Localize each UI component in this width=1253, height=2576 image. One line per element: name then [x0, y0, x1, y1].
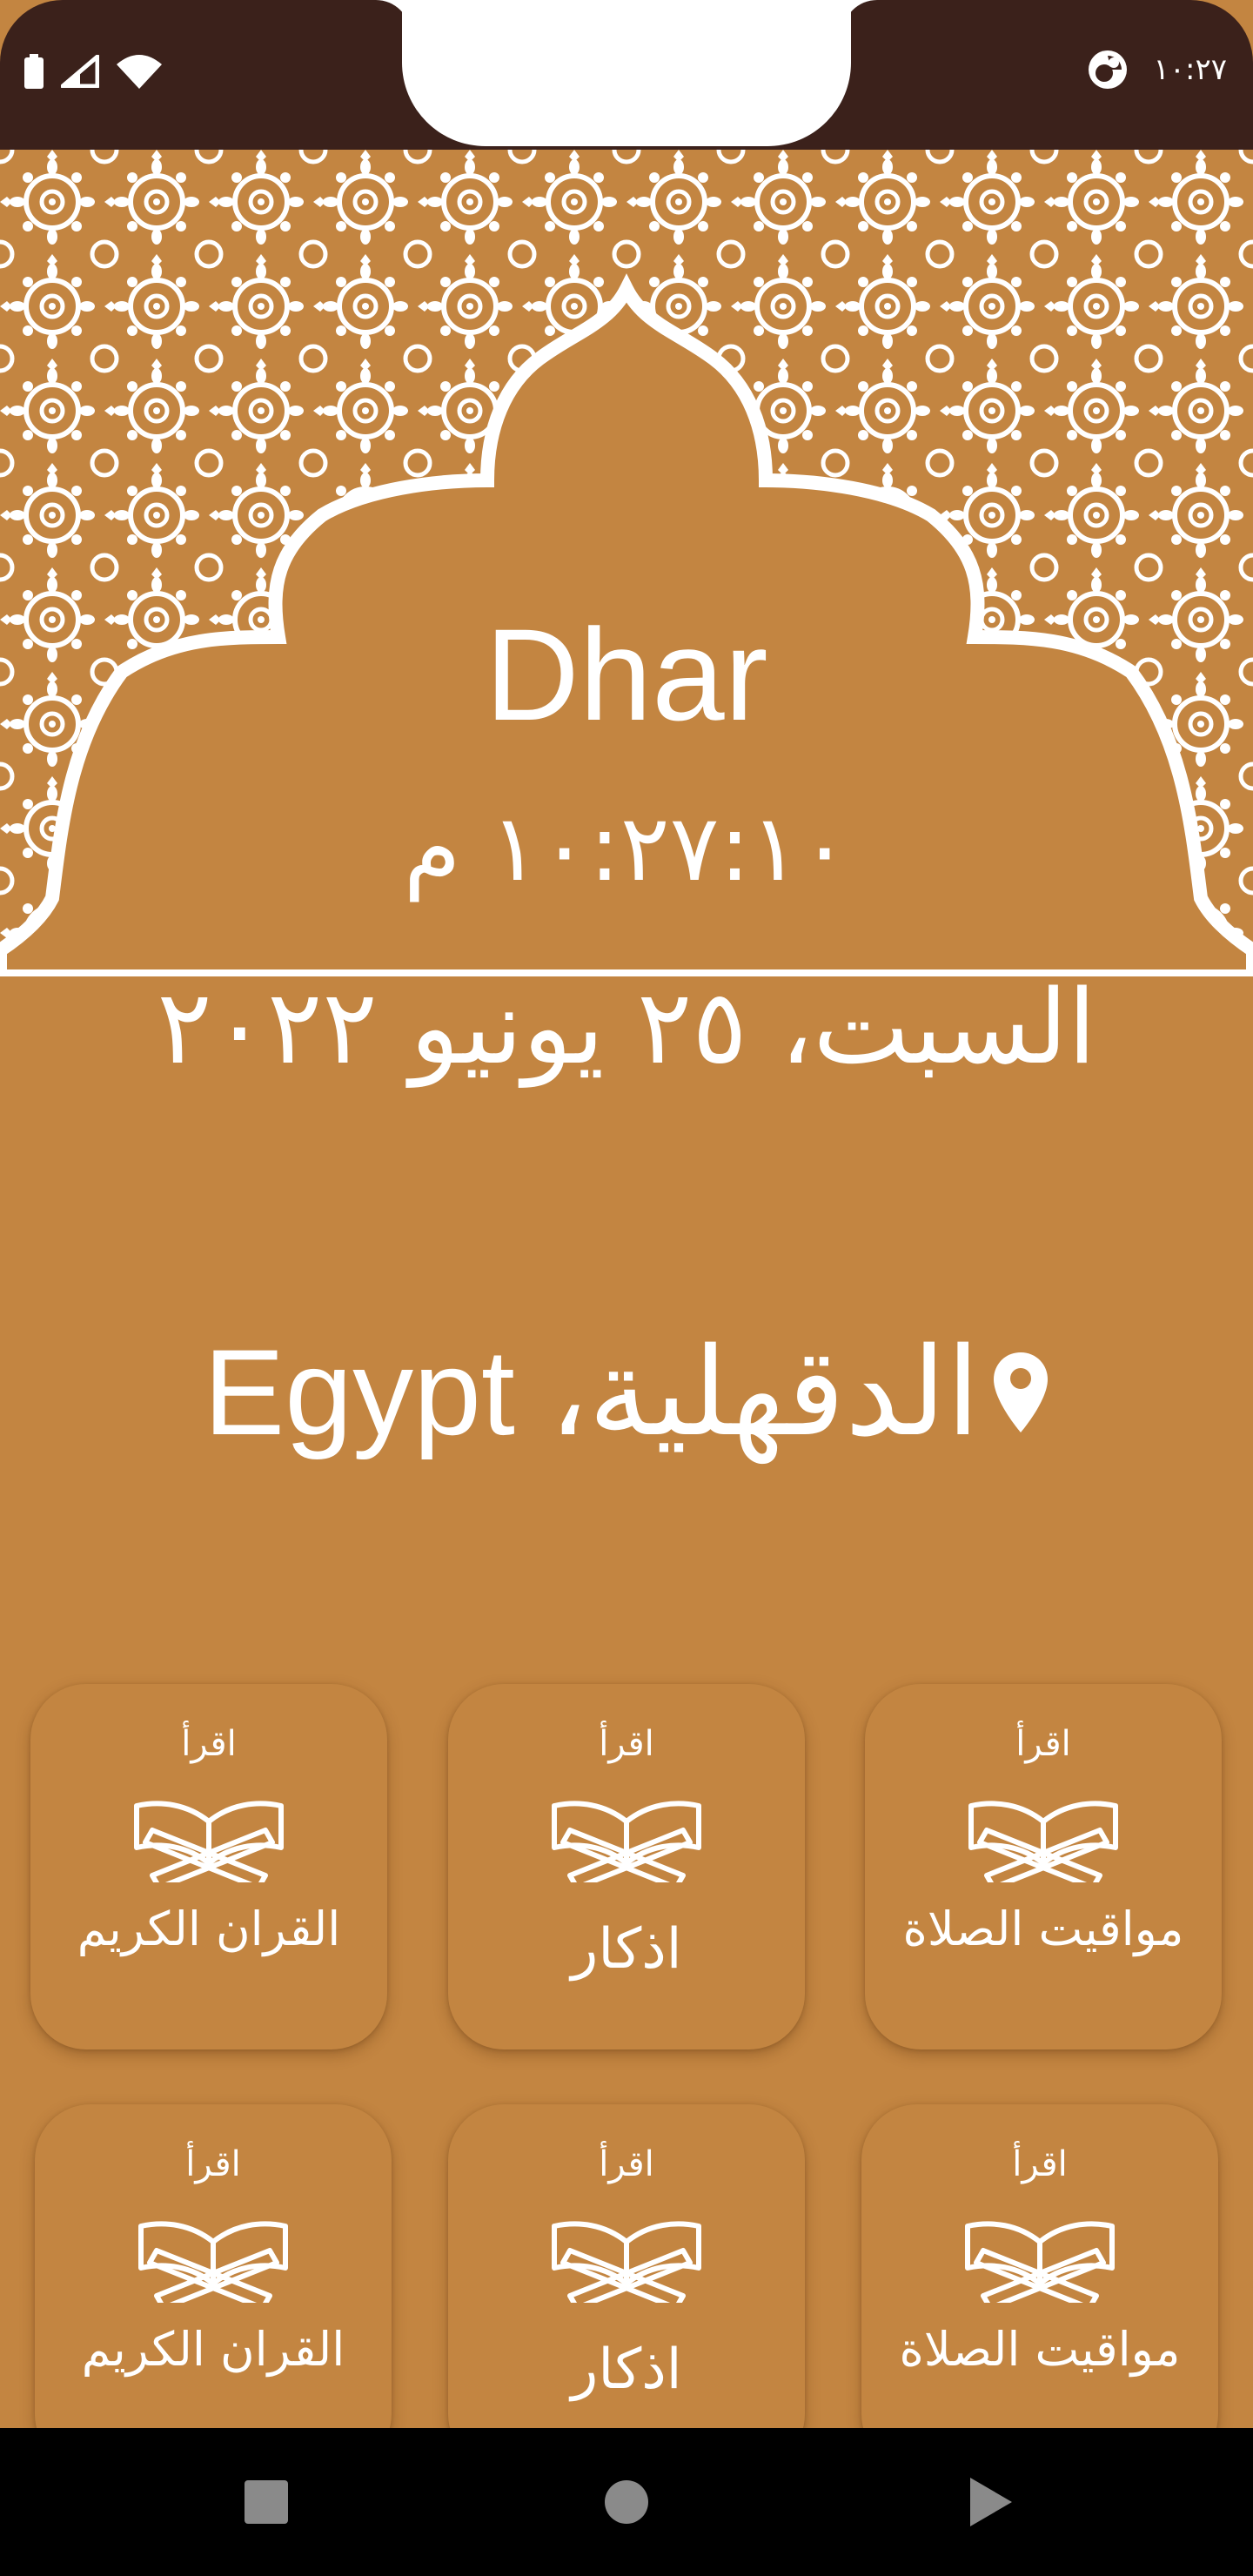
battery-icon: [24, 54, 44, 89]
wifi-icon: [117, 55, 162, 89]
quran-book-icon: اقرأ: [552, 2141, 701, 2303]
card-adhkar[interactable]: اقرأ اذكار: [448, 1684, 805, 2049]
quran-book-icon: اقرأ: [965, 2141, 1115, 2303]
card-prayer-times[interactable]: اقرأ مواقيت الصلاة: [861, 2104, 1218, 2470]
quran-book-icon: اقرأ: [552, 1721, 701, 1882]
quran-book-icon: اقرأ: [134, 1721, 284, 1882]
book-icon-text: اقرأ: [599, 2141, 653, 2184]
card-label: مواقيت الصلاة: [902, 1902, 1184, 1956]
book-icon-text: اقرأ: [1015, 1721, 1070, 1764]
card-label: اذكار: [571, 1917, 682, 1982]
app-screen: ١٠:٢٧ Dhar ١٠:٢٧:١٠ م السبت، ٢٥ يونيو ٢٠…: [0, 0, 1253, 2576]
status-icons-left: [24, 54, 162, 89]
card-label: القران الكريم: [77, 1902, 341, 1956]
recents-button[interactable]: [214, 2428, 318, 2576]
location-pin-icon: [994, 1352, 1049, 1432]
signal-icon: [61, 55, 99, 88]
system-navigation-bar: [0, 2428, 1253, 2576]
data-saver-icon: [1089, 50, 1128, 89]
card-label: القران الكريم: [81, 2322, 345, 2377]
card-prayer-times[interactable]: اقرأ مواقيت الصلاة: [865, 1684, 1222, 2049]
card-quran[interactable]: اقرأ القران الكريم: [30, 1684, 387, 2049]
status-time: ١٠:٢٧: [1153, 52, 1227, 87]
book-icon-text: اقرأ: [181, 1721, 236, 1764]
status-icons-right: ١٠:٢٧: [1087, 49, 1227, 91]
back-triangle-icon: [970, 2478, 1012, 2526]
quran-book-icon: اقرأ: [138, 2141, 288, 2303]
card-quran[interactable]: اقرأ القران الكريم: [35, 2104, 392, 2470]
home-button[interactable]: [574, 2428, 679, 2576]
current-time: ١٠:٢٧:١٠ م: [403, 795, 850, 902]
card-label: اذكار: [571, 2338, 682, 2402]
location-row[interactable]: الدقهلية، Egypt: [0, 1314, 1253, 1471]
current-prayer-name: Dhar: [485, 601, 768, 748]
location-text: الدقهلية، Egypt: [203, 1324, 981, 1460]
current-date: السبت، ٢٥ يونيو ٢٠٢٢: [157, 967, 1096, 1087]
card-label: مواقيت الصلاة: [899, 2322, 1181, 2377]
recents-square-icon: [245, 2480, 288, 2524]
quran-book-icon: اقرأ: [968, 1721, 1118, 1882]
book-icon-text: اقرأ: [185, 2141, 240, 2184]
back-button[interactable]: [938, 2428, 1042, 2576]
card-adhkar[interactable]: اقرأ اذكار: [448, 2104, 805, 2470]
home-circle-icon: [605, 2480, 648, 2524]
camera-notch: [402, 0, 851, 146]
book-icon-text: اقرأ: [1012, 2141, 1067, 2184]
book-icon-text: اقرأ: [599, 1721, 653, 1764]
